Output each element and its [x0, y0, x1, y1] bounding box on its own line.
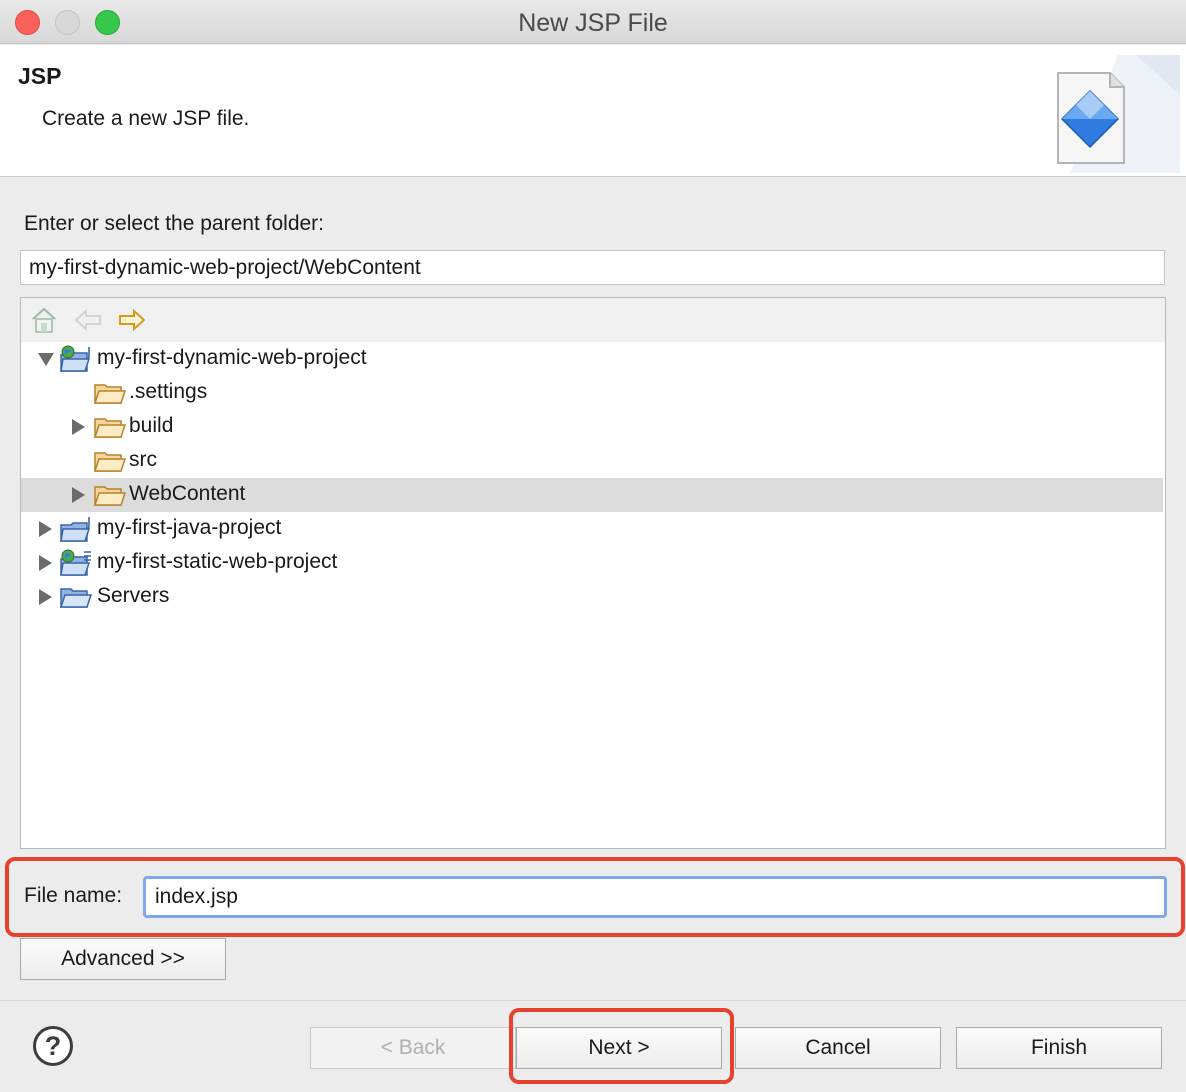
folder-icon [93, 418, 127, 438]
parent-folder-input[interactable] [20, 250, 1165, 285]
tree-item-build[interactable]: build [21, 410, 1163, 444]
finish-button[interactable]: Finish [956, 1027, 1162, 1069]
back-arrow-icon [74, 308, 101, 332]
file-name-input[interactable] [143, 876, 1167, 918]
web-project-icon [60, 549, 91, 576]
tree-item-label: my-first-java-project [97, 516, 282, 539]
tree-item-settings[interactable]: .settings [21, 376, 1163, 410]
expand-toggle[interactable] [39, 589, 52, 605]
expand-toggle[interactable] [72, 419, 85, 435]
button-bar-separator [0, 1000, 1186, 1001]
tree-item-label: Servers [97, 584, 170, 607]
jsp-file-wizard-icon [1057, 55, 1180, 173]
help-icon[interactable]: ? [33, 1026, 73, 1066]
tree-item-my-first-java-project[interactable]: my-first-java-project [21, 512, 1163, 546]
tree-item-label: .settings [129, 380, 208, 403]
expand-toggle[interactable] [38, 353, 54, 366]
cancel-button[interactable]: Cancel [735, 1027, 941, 1069]
wizard-page-title: JSP [18, 63, 62, 89]
folder-icon [59, 588, 93, 608]
tree-item-label: my-first-dynamic-web-project [97, 346, 367, 369]
parent-folder-label: Enter or select the parent folder: [24, 212, 324, 235]
expand-toggle[interactable] [72, 487, 85, 503]
back-button[interactable]: < Back [310, 1027, 516, 1069]
folder-icon [93, 486, 127, 506]
tree-item-label: build [129, 414, 174, 437]
next-button-highlight [509, 1008, 734, 1084]
folder-tree[interactable]: my-first-dynamic-web-project .settings b… [20, 297, 1166, 849]
advanced-button[interactable]: Advanced >> [20, 938, 226, 980]
tree-item-label: my-first-static-web-project [97, 550, 338, 573]
wizard-page-description: Create a new JSP file. [42, 107, 250, 130]
tree-item-servers[interactable]: Servers [21, 580, 1163, 614]
tree-item-my-first-static-web-project[interactable]: my-first-static-web-project [21, 546, 1163, 580]
web-project-icon [60, 345, 91, 372]
folder-icon [93, 384, 127, 404]
forward-arrow-icon[interactable] [117, 306, 147, 334]
tree-toolbar [21, 298, 1165, 342]
title-bar: New JSP File [0, 0, 1186, 44]
tree-item-webcontent[interactable]: WebContent [21, 478, 1163, 512]
home-icon[interactable] [29, 306, 59, 334]
tree-item-label: WebContent [129, 482, 246, 505]
window-title: New JSP File [518, 9, 668, 37]
java-project-icon [60, 517, 91, 542]
expand-toggle[interactable] [39, 521, 52, 537]
tree-item-label: src [129, 448, 157, 471]
tree-item-my-first-dynamic-web-project[interactable]: my-first-dynamic-web-project [21, 342, 1163, 376]
file-name-label: File name: [24, 884, 123, 907]
expand-toggle[interactable] [39, 555, 52, 571]
folder-icon [93, 452, 127, 472]
wizard-header: JSP Create a new JSP file. [0, 45, 1186, 177]
tree-item-src[interactable]: src [21, 444, 1163, 478]
